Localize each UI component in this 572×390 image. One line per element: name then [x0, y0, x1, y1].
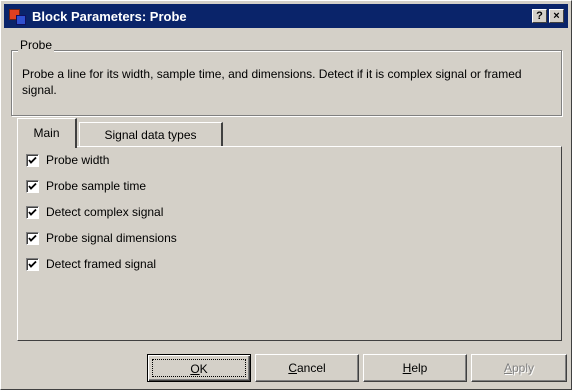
simulink-block-icon[interactable]	[8, 7, 26, 25]
focus-ring: OK	[152, 359, 246, 377]
close-icon[interactable]: ×	[549, 9, 564, 23]
checkbox-box[interactable]	[26, 179, 39, 193]
checkbox-label: Probe width	[46, 153, 110, 167]
checkbox-label: Detect complex signal	[46, 205, 164, 219]
apply-button[interactable]: Apply	[471, 354, 567, 382]
checkbox-probe-width[interactable]: Probe width	[26, 152, 109, 168]
btn-text: pply	[512, 361, 535, 375]
checkbox-box[interactable]	[26, 205, 39, 219]
checkmark-icon	[28, 156, 37, 164]
checkbox-box[interactable]	[26, 257, 39, 271]
btn-text: ancel	[296, 361, 326, 375]
tab-main[interactable]: Main	[17, 118, 77, 148]
group-label: Probe	[18, 38, 55, 52]
btn-mnemonic: C	[288, 361, 297, 375]
checkbox-probe-sample-time[interactable]: Probe sample time	[26, 178, 146, 194]
checkmark-icon	[28, 234, 37, 242]
cancel-button[interactable]: Cancel	[255, 354, 359, 382]
checkbox-probe-signal-dimensions[interactable]: Probe signal dimensions	[26, 230, 177, 246]
ok-button[interactable]: OK	[147, 354, 251, 382]
checkbox-box[interactable]	[26, 231, 39, 245]
help-icon[interactable]: ?	[532, 9, 547, 23]
btn-text: K	[199, 362, 208, 376]
checkmark-icon	[28, 208, 37, 216]
checkbox-detect-complex-signal[interactable]: Detect complex signal	[26, 204, 163, 220]
btn-mnemonic: O	[190, 362, 200, 376]
checkbox-label: Probe signal dimensions	[46, 231, 177, 245]
window-title: Block Parameters: Probe	[32, 8, 187, 24]
btn-mnemonic: A	[503, 361, 512, 375]
tab-signal-data-types[interactable]: Signal data types	[79, 122, 223, 148]
btn-text: elp	[411, 361, 428, 375]
checkbox-box[interactable]	[26, 153, 39, 167]
checkmark-icon	[28, 260, 37, 268]
checkbox-label: Probe sample time	[46, 179, 147, 193]
group-description: Probe a line for its width, sample time,…	[22, 67, 522, 97]
checkmark-icon	[28, 182, 37, 190]
title-bar[interactable]: Block Parameters: Probe ? ×	[4, 4, 568, 28]
tab-panel-main: Probe width Probe sample time Detect com…	[17, 146, 562, 341]
checkbox-detect-framed-signal[interactable]: Detect framed signal	[26, 256, 156, 272]
help-button[interactable]: Help	[363, 354, 467, 382]
checkbox-label: Detect framed signal	[46, 257, 157, 271]
